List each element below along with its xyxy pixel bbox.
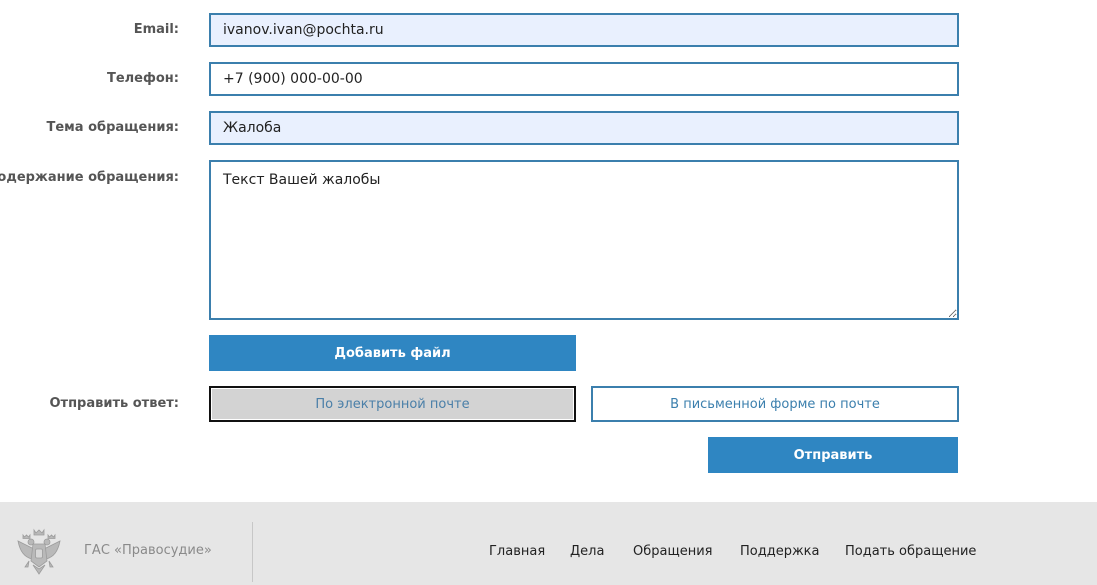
reply-option-post[interactable]: В письменной форме по почте: [591, 386, 959, 422]
footer-nav-appeals[interactable]: Обращения: [633, 544, 712, 559]
submit-button[interactable]: Отправить: [708, 437, 958, 473]
footer-brand: ГАС «Правосудие»: [84, 543, 212, 558]
footer-divider: [252, 522, 253, 582]
add-file-button[interactable]: Добавить файл: [209, 335, 576, 371]
footer-nav-cases[interactable]: Дела: [570, 544, 604, 559]
subject-label: Тема обращения:: [46, 120, 179, 135]
footer-nav-home[interactable]: Главная: [489, 544, 545, 559]
email-field[interactable]: [209, 13, 959, 47]
content-label: Содержание обращения:: [0, 170, 179, 185]
reply-method-label: Отправить ответ:: [49, 396, 179, 411]
site-footer: ГАС «Правосудие» Главная Дела Обращения …: [0, 502, 1097, 585]
coat-of-arms-icon: [17, 528, 61, 575]
subject-field[interactable]: [209, 111, 959, 145]
reply-option-email[interactable]: По электронной почте: [209, 386, 576, 422]
footer-nav-support[interactable]: Поддержка: [740, 544, 820, 559]
content-textarea[interactable]: Текст Вашей жалобы: [209, 160, 959, 320]
email-label: Email:: [133, 22, 179, 37]
phone-field[interactable]: [209, 62, 959, 96]
footer-nav-submit-appeal[interactable]: Подать обращение: [845, 544, 976, 559]
phone-label: Телефон:: [106, 71, 179, 86]
